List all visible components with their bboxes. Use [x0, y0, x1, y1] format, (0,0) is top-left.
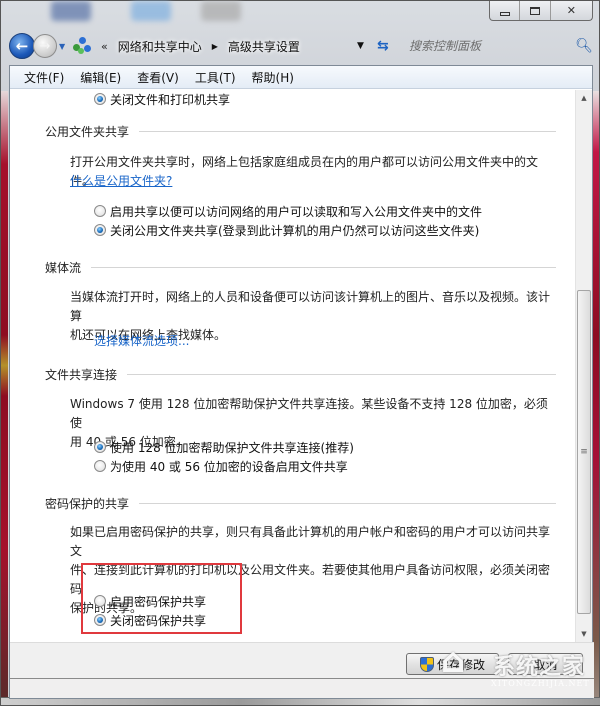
address-dropdown-icon[interactable]: ▼: [357, 41, 364, 51]
close-button[interactable]: ✕: [551, 1, 592, 20]
section-header-file-sharing-connections: 文件共享连接: [45, 366, 556, 383]
minimize-button[interactable]: [490, 1, 521, 20]
footer-bar: 保存修改 取消: [10, 642, 594, 698]
back-arrow-icon: ←: [15, 37, 29, 55]
media-streaming-options-link[interactable]: 选择媒体流选项...: [94, 332, 189, 349]
desktop-blur: [201, 1, 241, 21]
caption-buttons: ✕: [489, 1, 593, 21]
radio-128-bit-encryption[interactable]: 使用 128 位加密帮助保护文件共享连接(推荐): [94, 438, 354, 456]
refresh-icon[interactable]: ⇆: [377, 38, 389, 54]
cancel-button[interactable]: 取消: [508, 653, 583, 675]
radio-disable-file-printer-sharing[interactable]: 关闭文件和打印机共享: [94, 90, 230, 108]
divider: [91, 267, 556, 268]
radio-40-56-bit-encryption[interactable]: 为使用 40 或 56 位加密的设备启用文件共享: [94, 457, 348, 475]
description-line: Windows 7 使用 128 位加密帮助保护文件共享连接。某些设备不支持 1…: [70, 397, 548, 430]
radio-button[interactable]: [94, 224, 106, 236]
desktop-blur: [51, 1, 91, 21]
network-icon: [73, 37, 93, 55]
window-frame-left: [1, 91, 8, 701]
menu-help[interactable]: 帮助(H): [244, 69, 302, 86]
menu-file[interactable]: 文件(F): [16, 69, 72, 86]
scroll-up-arrow-icon[interactable]: ▲: [576, 90, 592, 106]
back-button[interactable]: ←: [9, 33, 35, 59]
desktop-blur: [131, 1, 171, 21]
radio-button[interactable]: [94, 205, 106, 217]
breadcrumb-advanced-sharing[interactable]: 高级共享设置: [228, 38, 300, 55]
description-line: 当媒体流打开时，网络上的人员和设备便可以访问该计算机上的图片、音乐以及视频。该计…: [70, 290, 551, 323]
radio-button[interactable]: [94, 460, 106, 472]
section-title: 公用文件夹共享: [45, 125, 130, 139]
radio-label: 关闭文件和打印机共享: [110, 92, 231, 107]
forward-button[interactable]: →: [33, 34, 57, 58]
menu-bar: 文件(F) 编辑(E) 查看(V) 工具(T) 帮助(H): [10, 66, 592, 89]
window-frame-right: [592, 91, 599, 701]
save-label: 保存修改: [436, 657, 485, 672]
status-bar: [10, 678, 594, 698]
menu-edit[interactable]: 编辑(E): [72, 69, 129, 86]
minimize-icon: [499, 11, 510, 16]
radio-label: 使用 128 位加密帮助保护文件共享连接(推荐): [110, 440, 354, 455]
divider: [127, 374, 556, 375]
section-title: 媒体流: [45, 261, 82, 275]
vertical-scrollbar[interactable]: ▲ ≡ ▼: [575, 90, 592, 642]
search-input[interactable]: [409, 39, 559, 53]
description-line: 如果已启用密码保护的共享，则只有具备此计算机的用户帐户和密码的用户才可以访问共享…: [70, 525, 551, 558]
radio-button[interactable]: [94, 93, 106, 105]
forward-arrow-icon: →: [39, 38, 51, 54]
maximize-button[interactable]: [520, 1, 551, 20]
breadcrumb-network-center[interactable]: 网络和共享中心: [118, 38, 202, 55]
search-box: 🔍︎: [409, 34, 593, 58]
uac-shield-icon: [419, 656, 434, 672]
what-is-public-folder-link[interactable]: 什么是公用文件夹?: [70, 172, 172, 189]
breadcrumb-arrow-icon[interactable]: ▶: [212, 42, 218, 51]
window: ✕ ← → ▼ « 网络和共享中心 ▶ 高级共享设置 ▼ ⇆ 🔍︎ 文件(F) …: [0, 0, 600, 706]
address-bar-row: ← → ▼ « 网络和共享中心 ▶ 高级共享设置 ▼ ⇆ 🔍︎: [9, 31, 593, 61]
divider: [139, 503, 556, 504]
radio-enable-public-folder[interactable]: 启用共享以便可以访问网络的用户可以读取和写入公用文件夹中的文件: [94, 202, 482, 220]
settings-content: 关闭文件和打印机共享 公用文件夹共享 打开公用文件夹共享时，网络上包括家庭组成员…: [10, 90, 576, 642]
section-title: 文件共享连接: [45, 368, 118, 382]
radio-button[interactable]: [94, 441, 106, 453]
breadcrumb-overflow[interactable]: «: [101, 40, 108, 53]
section-header-password-protected-sharing: 密码保护的共享: [45, 495, 556, 512]
menu-tools[interactable]: 工具(T): [187, 69, 244, 86]
close-icon: ✕: [566, 4, 576, 17]
save-changes-button[interactable]: 保存修改: [406, 653, 499, 675]
scroll-down-arrow-icon[interactable]: ▼: [576, 626, 592, 642]
menu-view[interactable]: 查看(V): [129, 69, 187, 86]
radio-disable-public-folder[interactable]: 关闭公用文件夹共享(登录到此计算机的用户仍然可以访问这些文件夹): [94, 221, 479, 239]
history-dropdown-icon[interactable]: ▼: [59, 42, 69, 51]
divider: [139, 131, 556, 132]
section-title: 密码保护的共享: [45, 497, 130, 511]
scrollbar-thumb[interactable]: ≡: [577, 290, 591, 614]
grip-icon: ≡: [580, 447, 588, 457]
radio-label: 为使用 40 或 56 位加密的设备启用文件共享: [110, 459, 348, 474]
section-header-media-streaming: 媒体流: [45, 259, 556, 276]
section-header-public-folder: 公用文件夹共享: [45, 123, 556, 140]
search-icon[interactable]: 🔍︎: [575, 38, 593, 54]
highlight-annotation-box: [81, 563, 242, 634]
radio-label: 关闭公用文件夹共享(登录到此计算机的用户仍然可以访问这些文件夹): [110, 223, 480, 238]
radio-label: 启用共享以便可以访问网络的用户可以读取和写入公用文件夹中的文件: [110, 204, 483, 219]
maximize-icon: [530, 6, 541, 15]
